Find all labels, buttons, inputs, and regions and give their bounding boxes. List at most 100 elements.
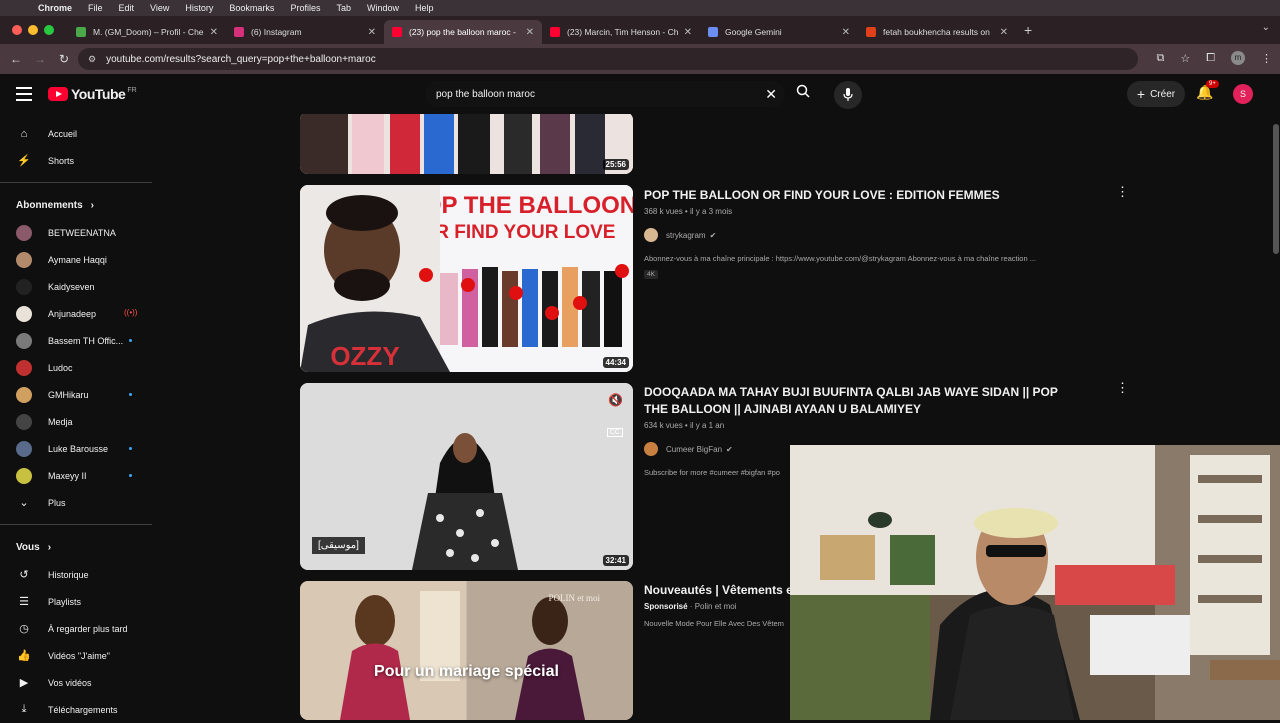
sidebar-item-subscription[interactable]: Ludoc [0, 354, 152, 381]
more-actions-icon[interactable]: ⋮ [1116, 184, 1129, 200]
close-tab-icon[interactable]: ✕ [842, 27, 850, 38]
sidebar-item-your-videos[interactable]: ▶ Vos vidéos [0, 669, 152, 696]
notifications-icon[interactable]: 🔔 9+ [1196, 80, 1219, 101]
search-icon[interactable] [790, 81, 816, 107]
address-bar[interactable]: ⚙ youtube.com/results?search_query=pop+t… [78, 48, 1138, 70]
menu-window[interactable]: Window [367, 3, 399, 13]
like-icon: 👍 [17, 650, 31, 662]
channel-avatar[interactable] [644, 442, 658, 456]
video-title[interactable]: DOOQAADA MA TAHAY BUJI BUUFINTA QALBI JA… [644, 384, 1074, 418]
chrome-menu-icon[interactable]: ⋮ [1261, 52, 1272, 65]
scrollbar-thumb[interactable] [1273, 124, 1279, 254]
close-tab-icon[interactable]: ✕ [368, 27, 376, 38]
tab-title: fetah boukhencha results on [883, 27, 990, 37]
menu-help[interactable]: Help [415, 3, 434, 13]
menu-history[interactable]: History [185, 3, 213, 13]
sidebar-item-subscription[interactable]: Anjunadeep ((•)) [0, 300, 152, 327]
browser-tab[interactable]: M. (GM_Doom) – Profil - Che ✕ [68, 20, 226, 44]
browser-tab[interactable]: (23) pop the balloon maroc - ✕ [384, 20, 542, 44]
sidebar-item-subscription[interactable]: GMHikaru [0, 381, 152, 408]
extensions-icon[interactable]: ⧠ [1206, 52, 1215, 65]
menu-profiles[interactable]: Profiles [290, 3, 320, 13]
back-icon[interactable]: ← [4, 52, 28, 66]
video-info: POP THE BALLOON OR FIND YOUR LOVE : EDIT… [644, 187, 1074, 281]
close-tab-icon[interactable]: ✕ [210, 27, 218, 38]
channel-name[interactable]: Cumeer BigFan [666, 445, 722, 454]
profile-avatar[interactable]: m [1231, 51, 1245, 65]
sidebar-item-subscription[interactable]: Kaidyseven [0, 273, 152, 300]
you-heading[interactable]: Vous › [0, 533, 152, 561]
youtube-logo[interactable]: YouTube FR [48, 86, 137, 102]
video-duration: 32:41 [602, 555, 629, 566]
video-thumbnail[interactable]: 25:56 [300, 114, 633, 174]
tab-title: (23) Marcin, Tim Henson - Ch [567, 27, 678, 37]
sidebar-item-playlists[interactable]: ☰ Playlists [0, 588, 152, 615]
tab-favicon [392, 27, 402, 37]
history-icon: ↺ [19, 569, 29, 581]
sidebar-item-label: Kaidyseven [48, 281, 95, 292]
account-avatar[interactable]: S [1233, 84, 1253, 104]
video-thumbnail[interactable]: POP THE BALLOON OR FIND YOUR LOVE OZZY 4… [300, 185, 633, 372]
close-tab-icon[interactable]: ✕ [684, 27, 692, 38]
sidebar-item-shorts[interactable]: ⚡ Shorts [0, 147, 152, 174]
sidebar-item-subscription[interactable]: Medja [0, 408, 152, 435]
menu-view[interactable]: View [150, 3, 169, 13]
new-tab-button[interactable]: + [1024, 22, 1032, 38]
sidebar-item-accueil[interactable]: ⌂ Accueil [0, 120, 152, 147]
browser-tab[interactable]: (6) Instagram ✕ [226, 20, 384, 44]
sidebar-item-watch-later[interactable]: ◷ À regarder plus tard [0, 615, 152, 642]
microphone-icon[interactable] [834, 81, 862, 109]
mute-icon[interactable]: 🔇 [608, 393, 623, 407]
captions-icon[interactable]: CC [606, 428, 623, 437]
sidebar-item-subscription[interactable]: Luke Barousse [0, 435, 152, 462]
browser-tab[interactable]: Google Gemini ✕ [700, 20, 858, 44]
reload-icon[interactable]: ↻ [52, 52, 76, 66]
close-tab-icon[interactable]: ✕ [526, 27, 534, 38]
search-input[interactable]: pop the balloon maroc ✕ [425, 81, 785, 107]
webcam-overlay [790, 445, 1280, 720]
more-actions-icon[interactable]: ⋮ [1116, 380, 1129, 396]
install-app-icon[interactable]: ⧉ [1156, 52, 1164, 65]
thumbnail-headline: POP THE BALLOON [407, 192, 633, 219]
sidebar-item-label: Accueil [48, 128, 78, 139]
channel-link[interactable]: strykagram ✔ [644, 228, 1074, 242]
tab-search-icon[interactable]: ⌄ [1262, 22, 1270, 33]
browser-tab[interactable]: fetah boukhencha results on ✕ [858, 20, 1016, 44]
sidebar-item-more[interactable]: ⌄ Plus [0, 489, 152, 516]
bookmark-star-icon[interactable]: ☆ [1180, 52, 1190, 65]
advertiser-name[interactable]: Polin et moi [695, 602, 737, 611]
home-icon: ⌂ [20, 127, 28, 140]
sidebar-item-subscription[interactable]: Aymane Haqqi [0, 246, 152, 273]
browser-tab[interactable]: (23) Marcin, Tim Henson - Ch ✕ [542, 20, 700, 44]
channel-avatar[interactable] [644, 228, 658, 242]
menu-file[interactable]: File [88, 3, 103, 13]
menu-bookmarks[interactable]: Bookmarks [229, 3, 274, 13]
sidebar-item-subscription[interactable]: BETWEENATNA [0, 219, 152, 246]
forward-icon[interactable]: → [28, 52, 52, 66]
you-heading-label: Vous [16, 541, 40, 553]
sidebar-item-history[interactable]: ↺ Historique [0, 561, 152, 588]
site-info-icon[interactable]: ⚙ [88, 54, 96, 65]
close-window-button[interactable] [12, 25, 22, 35]
scrollbar[interactable] [1272, 114, 1280, 720]
sidebar-item-like[interactable]: 👍 Vidéos "J'aime" [0, 642, 152, 669]
create-button[interactable]: + Créer [1127, 81, 1185, 107]
menu-app-name[interactable]: Chrome [38, 3, 72, 13]
subscriptions-heading[interactable]: Abonnements › [0, 191, 152, 219]
channel-name[interactable]: strykagram [666, 231, 706, 240]
ad-thumbnail[interactable]: POLIN et moi Pour un mariage spécial [300, 581, 633, 720]
menu-edit[interactable]: Edit [119, 3, 135, 13]
minimize-window-button[interactable] [28, 25, 38, 35]
video-title[interactable]: POP THE BALLOON OR FIND YOUR LOVE : EDIT… [644, 187, 1074, 204]
zoom-window-button[interactable] [44, 25, 54, 35]
clear-search-icon[interactable]: ✕ [765, 86, 777, 103]
guide-menu-icon[interactable] [16, 87, 32, 101]
video-thumbnail[interactable]: 🔇 CC [موسيقى] 32:41 [300, 383, 633, 570]
sidebar-item-subscription[interactable]: Maxeyy II [0, 462, 152, 489]
sidebar-item-subscription[interactable]: Bassem TH Offic... [0, 327, 152, 354]
menu-tab[interactable]: Tab [336, 3, 351, 13]
close-tab-icon[interactable]: ✕ [1000, 27, 1008, 38]
your-videos-icon: ▶ [19, 677, 29, 689]
channel-avatar [16, 332, 32, 349]
sidebar-item-download[interactable]: ⤓ Téléchargements [0, 696, 152, 723]
